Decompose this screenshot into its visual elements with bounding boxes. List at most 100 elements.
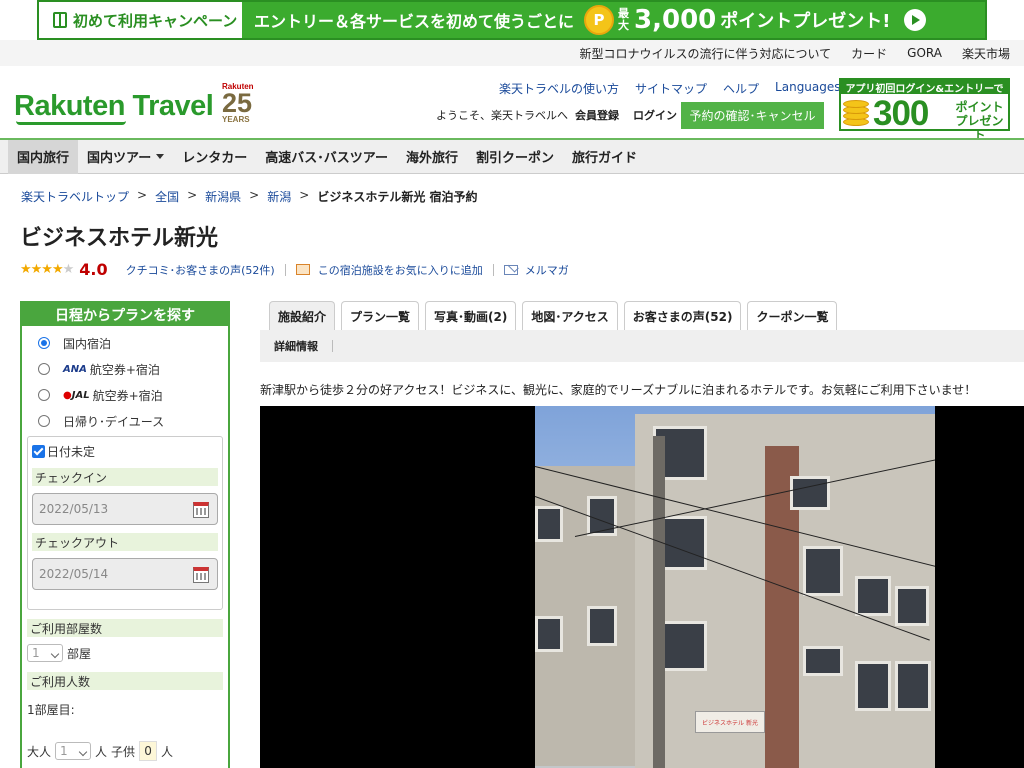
calendar-icon[interactable] (193, 567, 209, 583)
rating-score: 4.0 (79, 260, 108, 279)
reviews-link[interactable]: クチコミ･お客さまの声(52件) (126, 262, 275, 278)
date-undecided-checkbox[interactable]: 日付未定 (32, 443, 218, 460)
option-label: 日帰り･デイユース (63, 414, 165, 429)
howto-link[interactable]: 楽天トラベルの使い方 (499, 80, 619, 97)
person-unit: 人 (161, 744, 174, 759)
radio-button[interactable] (38, 337, 50, 349)
app-campaign-banner[interactable]: アプリ初回ログイン&エントリーで 300 ポイント プレゼント (839, 78, 1010, 142)
tab-facility-info[interactable]: 施設紹介 (269, 301, 336, 330)
checkout-value: 2022/05/14 (39, 567, 109, 581)
sub-tab-bar: 詳細情報 (260, 330, 1024, 362)
crumb-top[interactable]: 楽天トラベルトップ (21, 188, 129, 205)
sitemap-link[interactable]: サイトマップ (635, 80, 707, 97)
hotel-photo[interactable]: ビジネスホテル 新光 (260, 406, 1024, 768)
child-count-input[interactable]: 0 (139, 741, 158, 761)
gnav-overseas[interactable]: 海外旅行 (397, 140, 467, 174)
tab-coupons[interactable]: クーポン一覧 (747, 301, 838, 330)
option-day-use[interactable]: 日帰り･デイユース (22, 408, 228, 434)
radio-button[interactable] (38, 363, 50, 375)
anniv-years: YEARS (222, 115, 250, 124)
logo-swoosh (16, 121, 126, 125)
promo-max: 最大 (618, 7, 630, 32)
divider (492, 263, 494, 276)
option-domestic-stay[interactable]: 国内宿泊 (22, 330, 228, 356)
card-link[interactable]: カード (851, 45, 887, 62)
crumb-sep: > (299, 188, 310, 202)
gora-link[interactable]: GORA (907, 46, 942, 60)
promo-amount: 3,000 (634, 5, 717, 35)
rooms-row: 1 部屋 (27, 644, 91, 662)
covid-link[interactable]: 新型コロナウイルスの流行に伴う対応について (580, 45, 832, 62)
subtab-details[interactable]: 詳細情報 (274, 338, 318, 354)
checkbox-label: 日付未定 (47, 445, 96, 459)
first-use-campaign: 初めて利用キャンペーン (39, 2, 244, 38)
app-banner-caption: ポイント プレゼント (951, 100, 1008, 142)
rating-row: ★★★★★ 4.0 クチコミ･お客さまの声(52件) この宿泊施設をお気に入りに… (20, 260, 569, 279)
crumb-current: ビジネスホテル新光 宿泊予約 (317, 190, 478, 204)
crumb-pref[interactable]: 新潟県 (205, 188, 241, 205)
register-link[interactable]: 会員登録 (575, 107, 619, 123)
favorite-folder-icon (295, 264, 310, 275)
option-ana-flight-stay[interactable]: ANA 航空券+宿泊 (22, 356, 228, 382)
person-unit: 人 (95, 744, 108, 759)
tab-reviews[interactable]: お客さまの声(52) (623, 301, 742, 330)
promo-rest: ポイントプレゼント! (720, 11, 891, 32)
point-coin-icon: P (584, 5, 615, 35)
checkout-date-input[interactable]: 2022/05/14 (32, 558, 218, 590)
checkin-date-input[interactable]: 2022/05/13 (32, 493, 218, 525)
app-banner-points: 300 (873, 94, 929, 133)
page-title: ビジネスホテル新光 (20, 226, 219, 251)
divider (284, 263, 286, 276)
option-jal-flight-stay[interactable]: ●JAL 航空券+宿泊 (22, 382, 228, 408)
mail-magazine-link[interactable]: メルマガ (525, 262, 569, 278)
guests-row: 大人 1 人 子供 0 人 (27, 741, 173, 761)
calendar-icon[interactable] (193, 502, 209, 518)
plan-search-sidebar: 日程からプランを探す 国内宿泊 ANA 航空券+宿泊 ●JAL 航空券+宿泊 日… (20, 301, 230, 768)
mail-icon (503, 264, 518, 275)
crumb-city[interactable]: 新潟 (267, 188, 291, 205)
jal-text: JAL (71, 389, 90, 401)
gnav-rental-car[interactable]: レンタカー (173, 140, 256, 174)
tab-plans[interactable]: プラン一覧 (341, 301, 420, 330)
promo-banner[interactable]: 初めて利用キャンペーン エントリー＆各サービスを初めて使うごとに P 最大 3,… (37, 0, 987, 40)
gnav-domestic-tour[interactable]: 国内ツアー (78, 140, 173, 174)
option-label: 国内宿泊 (63, 336, 112, 351)
login-link[interactable]: ログイン (633, 107, 677, 123)
crumb-sep: > (137, 188, 148, 202)
room1-label: 1部屋目: (27, 703, 75, 717)
campaign-label: 初めて利用キャンペーン (73, 11, 238, 30)
checkbox-checked-icon[interactable] (32, 445, 45, 458)
ichiba-link[interactable]: 楽天市場 (962, 45, 1010, 62)
date-box: 日付未定 チェックイン 2022/05/13 チェックアウト 2022/05/1… (27, 436, 223, 610)
building-image: ビジネスホテル 新光 (535, 406, 935, 768)
rakuten-travel-logo[interactable]: Rakuten Travel (14, 90, 214, 125)
play-arrow-icon[interactable] (904, 9, 927, 31)
welcome-text: ようこそ、楽天トラベルへ (436, 109, 568, 122)
hotel-description: 新津駅から徒歩２分の好アクセス！ビジネスに、観光に、家庭的でリーズナブルに泊まれ… (260, 383, 977, 397)
option-label: 航空券+宿泊 (89, 362, 160, 377)
crumb-sep: > (249, 188, 260, 202)
rating-stars-icon: ★★★★★ (20, 262, 74, 277)
promo-message: エントリー＆各サービスを初めて使うごとに (254, 12, 575, 31)
gnav-coupon[interactable]: 割引クーポン (467, 140, 563, 174)
radio-button[interactable] (38, 415, 50, 427)
building-sign: ビジネスホテル 新光 (695, 711, 765, 733)
rooms-unit: 部屋 (67, 646, 92, 661)
help-link[interactable]: ヘルプ (723, 80, 759, 97)
crumb-sep: > (187, 188, 198, 202)
tab-photos[interactable]: 写真･動画(2) (425, 301, 517, 330)
app-banner-pt1: ポイント (955, 100, 1004, 114)
adult-select[interactable]: 1 (55, 742, 92, 760)
add-favorite-link[interactable]: この宿泊施設をお気に入りに追加 (318, 262, 483, 278)
gnav-bus[interactable]: 高速バス･バスツアー (256, 140, 397, 174)
anniv-number: 25 (222, 88, 253, 118)
tab-map[interactable]: 地図･アクセス (522, 301, 618, 330)
hotel-tabs: 施設紹介 プラン一覧 写真･動画(2) 地図･アクセス お客さまの声(52) ク… (269, 301, 838, 330)
gnav-domestic[interactable]: 国内旅行 (8, 139, 79, 174)
rooms-select[interactable]: 1 (27, 644, 63, 662)
reservation-check-button[interactable]: 予約の確認･キャンセル (681, 102, 824, 129)
radio-button[interactable] (38, 389, 50, 401)
child-label: 子供 (111, 744, 136, 759)
gnav-guide[interactable]: 旅行ガイド (563, 140, 646, 174)
crumb-all[interactable]: 全国 (155, 188, 179, 205)
